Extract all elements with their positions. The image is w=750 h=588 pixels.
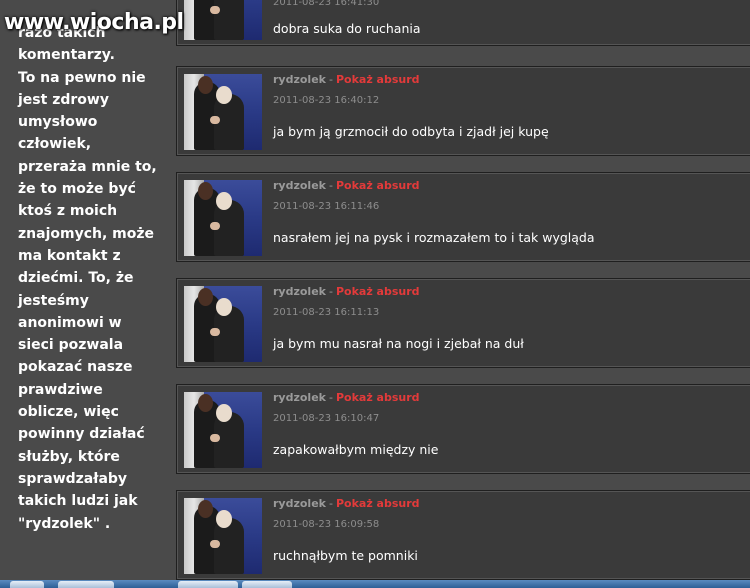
comment-header: rydzolek - Pokaż absurd — [273, 179, 420, 192]
comment-text: zapakowałbym między nie — [273, 442, 439, 457]
show-absurd-link[interactable]: Pokaż absurd — [336, 391, 420, 404]
taskbar — [0, 580, 750, 588]
separator: - — [328, 391, 333, 404]
comment-text: ja bym mu nasrał na nogi i zjebał na duł — [273, 336, 524, 351]
site-watermark: www.wiocha.pl — [4, 10, 184, 35]
show-absurd-link[interactable]: Pokaż absurd — [336, 285, 420, 298]
user-avatar[interactable] — [184, 498, 262, 574]
comment-item: 2011-08-23 16:41:30 dobra suka do ruchan… — [176, 0, 750, 46]
user-avatar[interactable] — [184, 392, 262, 468]
comment-item: rydzolek - Pokaż absurd 2011-08-23 16:11:4… — [176, 172, 750, 262]
taskbar-button[interactable] — [178, 581, 238, 588]
comment-item: rydzolek - Pokaż absurd 2011-08-23 16:40:1… — [176, 66, 750, 156]
start-button[interactable] — [10, 581, 44, 588]
user-avatar[interactable] — [184, 74, 262, 150]
comment-text: ruchnąłbym te pomniki — [273, 548, 418, 563]
show-absurd-link[interactable]: Pokaż absurd — [336, 73, 420, 86]
comment-timestamp: 2011-08-23 16:41:30 — [273, 0, 380, 8]
comment-text: ja bym ją grzmocił do odbyta i zjadł jej… — [273, 124, 549, 139]
comment-text: nasrałem jej na pysk i rozmazałem to i t… — [273, 230, 595, 245]
separator: - — [328, 179, 333, 192]
comment-header: rydzolek - Pokaż absurd — [273, 73, 420, 86]
user-avatar[interactable] — [184, 0, 262, 40]
comment-header: rydzolek - Pokaż absurd — [273, 497, 420, 510]
comment-timestamp: 2011-08-23 16:11:13 — [273, 307, 380, 318]
comment-item: rydzolek - Pokaż absurd 2011-08-23 16:10:4… — [176, 384, 750, 474]
comment-timestamp: 2011-08-23 16:10:47 — [273, 413, 380, 424]
separator: - — [328, 497, 333, 510]
username-link[interactable]: rydzolek — [273, 179, 326, 192]
comment-header: rydzolek - Pokaż absurd — [273, 285, 420, 298]
comment-item: rydzolek - Pokaż absurd 2011-08-23 16:09:5… — [176, 490, 750, 580]
username-link[interactable]: rydzolek — [273, 285, 326, 298]
user-avatar[interactable] — [184, 180, 262, 256]
username-link[interactable]: rydzolek — [273, 73, 326, 86]
comment-timestamp: 2011-08-23 16:09:58 — [273, 519, 380, 530]
taskbar-button[interactable] — [242, 581, 292, 588]
comment-timestamp: 2011-08-23 16:11:46 — [273, 201, 380, 212]
comment-timestamp: 2011-08-23 16:40:12 — [273, 95, 380, 106]
separator: - — [328, 285, 333, 298]
username-link[interactable]: rydzolek — [273, 497, 326, 510]
taskbar-button[interactable] — [58, 581, 114, 588]
username-link[interactable]: rydzolek — [273, 391, 326, 404]
comment-item: rydzolek - Pokaż absurd 2011-08-23 16:11:1… — [176, 278, 750, 368]
separator: - — [328, 73, 333, 86]
commentary-text: razo takich komentarzy. To na pewno nie … — [18, 25, 157, 532]
comment-text: dobra suka do ruchania — [273, 21, 421, 36]
comment-feed: 2011-08-23 16:41:30 dobra suka do ruchan… — [176, 0, 750, 588]
comment-header: rydzolek - Pokaż absurd — [273, 391, 420, 404]
user-avatar[interactable] — [184, 286, 262, 362]
show-absurd-link[interactable]: Pokaż absurd — [336, 497, 420, 510]
show-absurd-link[interactable]: Pokaż absurd — [336, 179, 420, 192]
